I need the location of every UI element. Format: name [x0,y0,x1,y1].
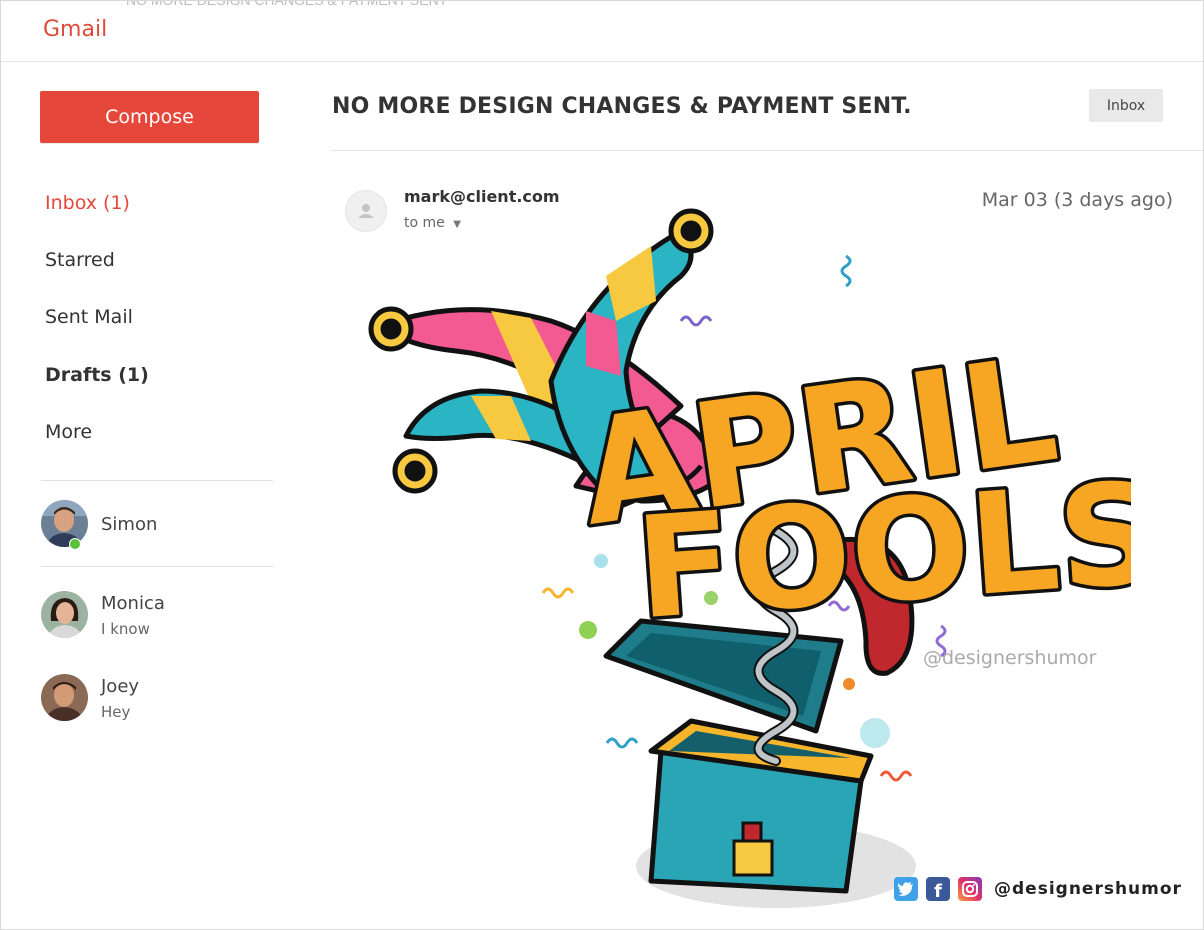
sidebar-item-starred[interactable]: Starred [45,249,115,271]
contact-name: Simon [101,514,158,535]
contacts-divider [41,566,273,567]
contact-monica[interactable]: Monica I know [41,591,273,641]
avatar [41,591,88,638]
social-handle: @designershumor [994,879,1182,899]
instagram-icon[interactable] [958,877,982,901]
headline-lettering: APRIL FOOLS [567,322,1131,655]
twitter-icon[interactable] [894,877,918,901]
sidebar-item-sent-mail[interactable]: Sent Mail [45,306,133,328]
contact-name: Joey [101,676,140,697]
contact-status: Hey [101,703,131,721]
contact-name: Monica [101,593,165,614]
gmail-window: NO MORE DESIGN CHANGES & PAYMENT SENT Gm… [0,0,1204,930]
social-footer: f @designershumor [894,875,1182,903]
contact-status: I know [101,620,150,638]
sidebar-item-inbox[interactable]: Inbox (1) [45,192,130,214]
april-fools-illustration: APRIL FOOLS [368,208,1131,908]
sidebar-item-drafts[interactable]: Drafts (1) [45,364,149,386]
email-subject: NO MORE DESIGN CHANGES & PAYMENT SENT. [332,94,912,119]
header-divider [331,150,1203,151]
avatar [41,674,88,721]
gmail-logo[interactable]: Gmail [43,17,107,42]
compose-button[interactable]: Compose [40,91,259,143]
sidebar-item-more[interactable]: More [45,421,92,443]
contact-simon[interactable]: Simon [41,500,273,550]
jack-in-the-box [603,618,874,894]
sidebar-divider [41,480,273,481]
watermark-handle: @designershumor [923,647,1097,669]
contact-joey[interactable]: Joey Hey [41,674,273,724]
label-badge[interactable]: Inbox [1089,89,1163,122]
top-bar: Gmail [1,1,1203,62]
online-status-dot [69,538,81,550]
avatar [41,500,88,547]
facebook-icon[interactable]: f [926,877,950,902]
